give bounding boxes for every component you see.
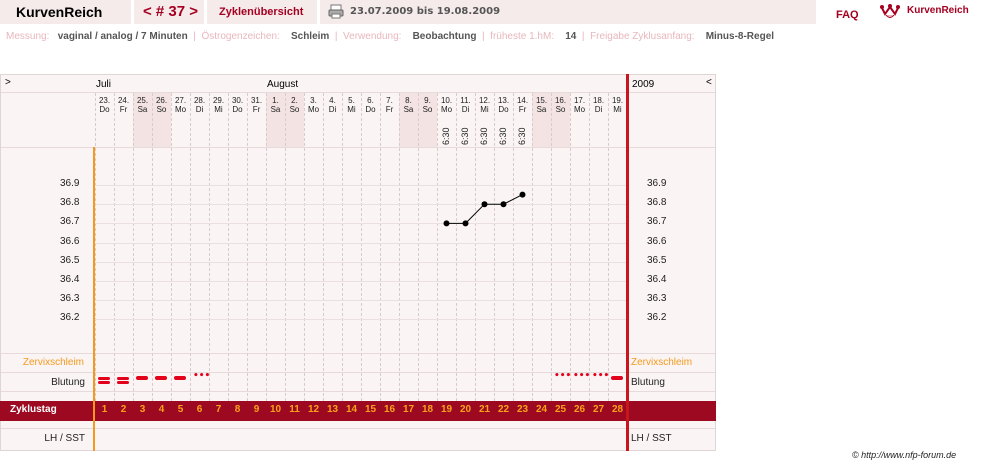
temperature-point[interactable] (500, 201, 507, 208)
temperature-point[interactable] (481, 201, 488, 208)
faq-link[interactable]: FAQ (836, 9, 859, 21)
temperature-point[interactable] (443, 220, 450, 227)
nfp-chart-page: KurvenReich < # 37 > Zyklenübersicht 23.… (0, 0, 981, 468)
temperature-line-segment (465, 203, 485, 224)
copyright: © http://www.nfp-forum.de (852, 450, 957, 460)
temperature-line-segment (503, 194, 523, 205)
temperature-curve (443, 191, 526, 227)
temperature-point[interactable] (519, 191, 526, 198)
temperature-point[interactable] (462, 220, 469, 227)
logo-text: KurvenReich (907, 5, 969, 16)
crown-heart-icon (880, 4, 900, 18)
